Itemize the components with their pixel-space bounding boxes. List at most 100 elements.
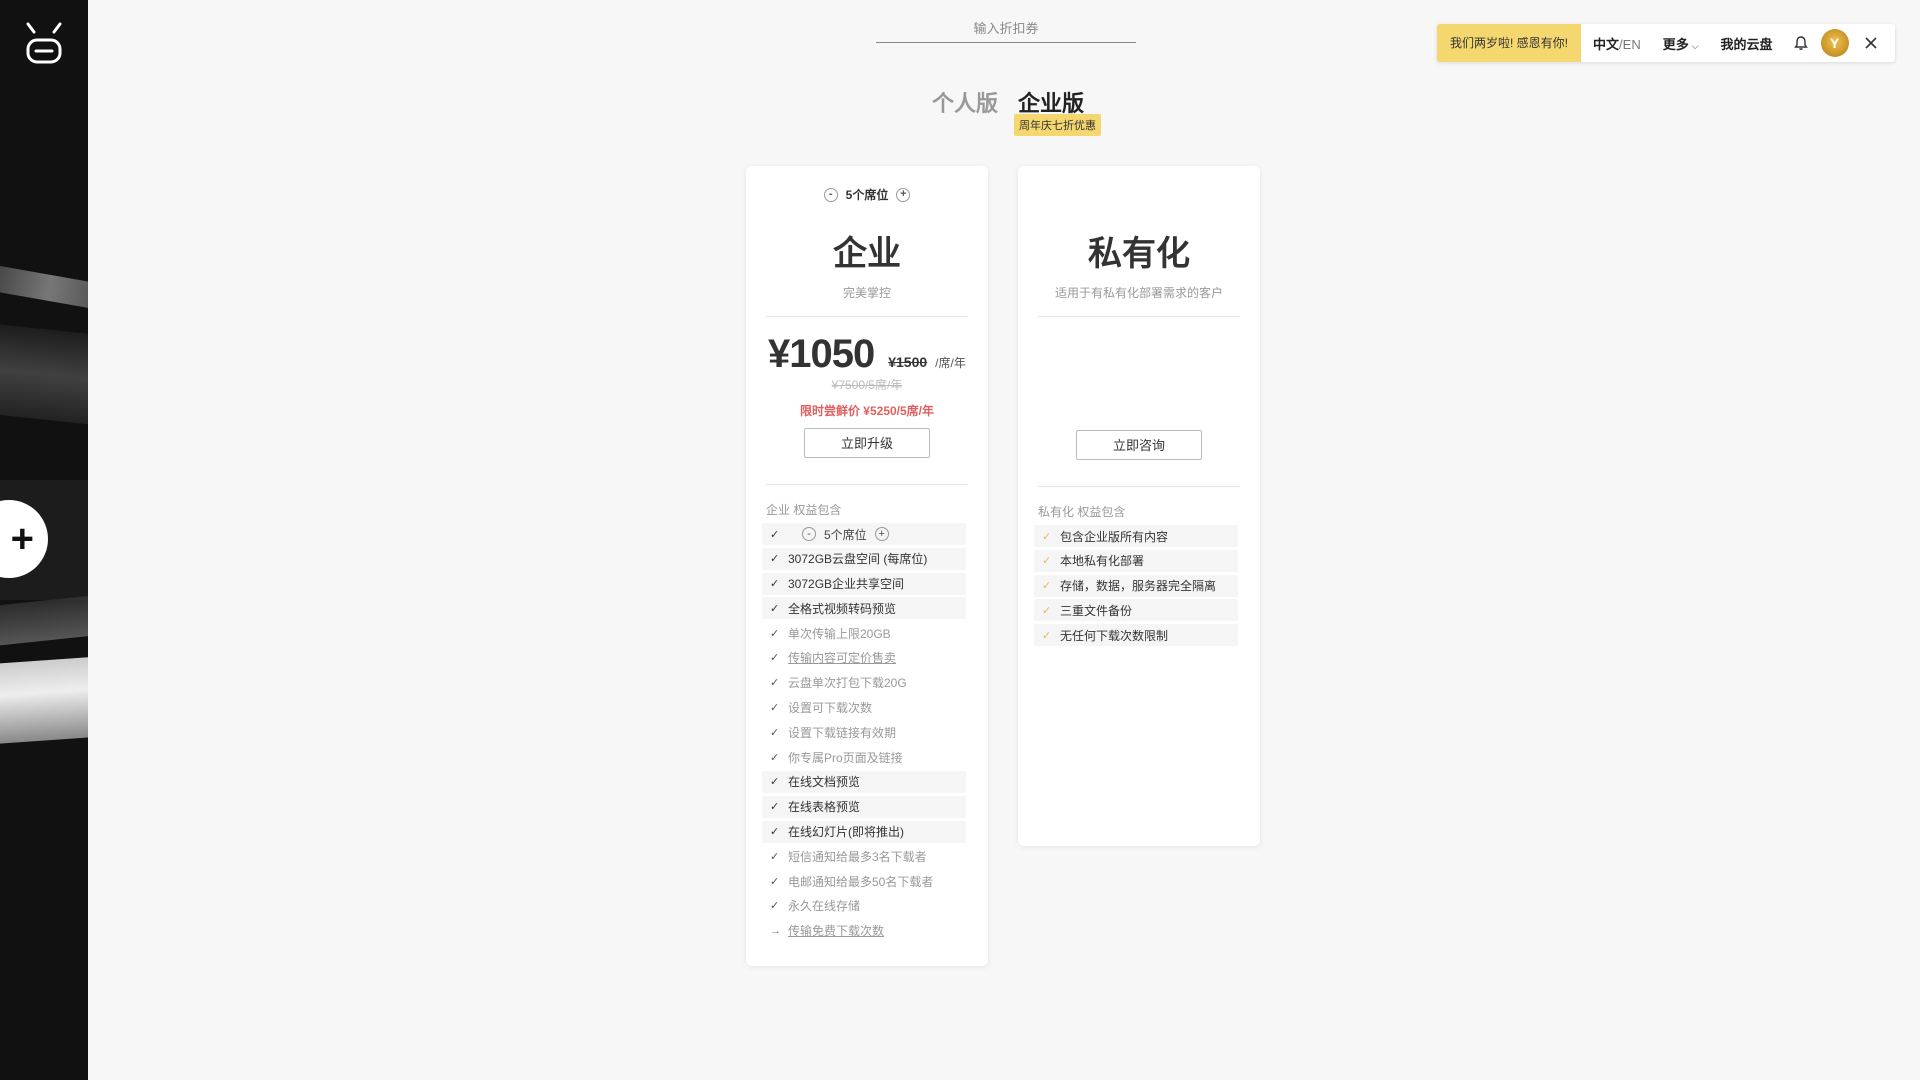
list-item: ✓ 云盘单次打包下载20G <box>762 672 966 694</box>
seat-plus-button[interactable]: + <box>896 187 911 202</box>
feature-label: 云盘单次打包下载20G <box>788 676 907 691</box>
arrow-right-icon: → <box>770 924 781 937</box>
divider <box>1038 316 1240 317</box>
upgrade-button[interactable]: 立即升级 <box>804 428 930 458</box>
price-unit: /席/年 <box>935 356 966 370</box>
feature-label: 全格式视频转码预览 <box>788 601 897 616</box>
feature-label: 3072GB云盘空间 (每席位) <box>788 552 928 567</box>
check-icon: ✓ <box>1042 604 1052 617</box>
seat-selector: - 5个席位 + <box>746 186 988 203</box>
divider <box>766 316 968 317</box>
seat-selector: - 5个席位 + <box>802 526 889 543</box>
check-icon: ✓ <box>770 652 780 665</box>
check-icon: ✓ <box>770 627 780 640</box>
avatar-glyph: Y <box>1829 35 1840 51</box>
list-item: ✓ 3072GB云盘空间 (每席位) <box>762 547 966 570</box>
feature-label: 电邮通知给最多50名下载者 <box>788 874 934 889</box>
more-label: 更多 <box>1662 36 1689 52</box>
background-image-streak <box>0 655 88 745</box>
feature-label: 在线表格预览 <box>788 800 861 815</box>
bell-icon[interactable] <box>1793 35 1809 51</box>
list-item[interactable]: → 传输免费下载次数 <box>762 920 966 942</box>
lang-zh[interactable]: 中文 <box>1593 37 1619 52</box>
list-item: ✓ 你专属Pro页面及链接 <box>762 746 966 768</box>
check-icon: ✓ <box>770 751 780 764</box>
list-item[interactable]: ✓ 传输内容可定价售卖 <box>762 647 966 669</box>
list-item: ✓ 在线文档预览 <box>762 770 966 793</box>
background-image-streak <box>0 593 88 647</box>
feature-label: 设置可下载次数 <box>788 701 873 716</box>
feature-label: 你专属Pro页面及链接 <box>788 750 903 765</box>
language-switch[interactable]: 中文/EN <box>1593 34 1641 53</box>
check-icon: ✓ <box>770 677 780 690</box>
list-item: ✓ 包含企业版所有内容 <box>1034 525 1238 547</box>
seat-count: 5个席位 <box>824 527 867 542</box>
list-item: ✓ 三重文件备份 <box>1034 599 1238 622</box>
list-item: ✓ 短信通知给最多3名下载者 <box>762 845 966 867</box>
check-icon: ✓ <box>770 528 780 541</box>
feature-label: 存储，数据，服务器完全隔离 <box>1060 579 1217 594</box>
list-item: ✓ 3072GB企业共享空间 <box>762 572 966 595</box>
price-current: ¥1050 <box>768 332 875 376</box>
avatar[interactable]: Y <box>1820 29 1849 57</box>
check-icon: ✓ <box>770 553 780 566</box>
check-icon: ✓ <box>770 875 780 888</box>
consult-button[interactable]: 立即咨询 <box>1076 430 1202 460</box>
lang-en[interactable]: /EN <box>1619 37 1641 52</box>
feature-label: 短信通知给最多3名下载者 <box>788 849 927 864</box>
check-icon: ✓ <box>1042 530 1052 543</box>
coupon-input[interactable] <box>876 14 1136 43</box>
check-icon: ✓ <box>770 826 780 839</box>
feature-list: ✓ 包含企业版所有内容 ✓ 本地私有化部署 ✓ 存储，数据，服务器完全隔离 ✓ 三重文件… <box>1034 525 1238 649</box>
seat-plus-button[interactable]: + <box>874 527 889 541</box>
anniversary-banner[interactable]: 我们两岁啦! 感恩有你! <box>1437 24 1582 62</box>
plan-title: 私有化 <box>1088 235 1190 273</box>
list-item: ✓ 全格式视频转码预览 <box>762 597 966 620</box>
check-icon: ✓ <box>770 850 780 863</box>
feature-label: 包含企业版所有内容 <box>1060 529 1169 544</box>
discount-badge: 周年庆七折优惠 <box>1014 114 1101 136</box>
feature-label: 设置下载链接有效期 <box>788 725 897 740</box>
check-icon: ✓ <box>770 726 780 739</box>
price-original: ¥1500 <box>888 354 928 370</box>
check-icon: ✓ <box>1042 580 1052 593</box>
my-cloud-link[interactable]: 我的云盘 <box>1721 34 1773 53</box>
feature-label: 三重文件备份 <box>1060 603 1133 618</box>
divider <box>766 484 968 485</box>
list-item: ✓ 设置可下载次数 <box>762 697 966 719</box>
feature-label: 3072GB企业共享空间 <box>788 577 905 592</box>
seat-count: 5个席位 <box>845 188 889 202</box>
list-item: ✓ 无任何下载次数限制 <box>1034 624 1238 647</box>
check-icon: ✓ <box>770 900 780 913</box>
logo-icon[interactable] <box>24 20 64 68</box>
feature-label: 永久在线存储 <box>788 899 861 914</box>
check-icon: ✓ <box>770 702 780 715</box>
list-item: ✓ 电邮通知给最多50名下载者 <box>762 870 966 892</box>
enterprise-plan-card: - 5个席位 + 企业 完美掌控 ¥1050 ¥1500 /席/年 ¥7500/… <box>746 166 988 966</box>
feature-link[interactable]: 传输内容可定价售卖 <box>788 649 896 666</box>
check-icon: ✓ <box>770 602 780 615</box>
seat-minus-button[interactable]: - <box>823 187 838 202</box>
background-image-streak <box>0 263 88 313</box>
background-image-streak <box>0 323 88 427</box>
check-icon: ✓ <box>770 776 780 789</box>
chevron-down-icon: ⌵ <box>1691 40 1699 51</box>
more-menu[interactable]: 更多 ⌵ <box>1663 34 1699 53</box>
check-icon: ✓ <box>770 578 780 591</box>
plan-title: 企业 <box>833 235 901 273</box>
list-item: ✓ 本地私有化部署 <box>1034 549 1238 572</box>
feature-label: 本地私有化部署 <box>1060 554 1145 569</box>
benefit-heading: 私有化 权益包含 <box>1038 505 1126 519</box>
top-nav-bar: 我们两岁啦! 感恩有你! 中文/EN 更多 ⌵ 我的云盘 Y <box>1437 24 1895 62</box>
price-total-original: ¥7500/5席/年 <box>831 378 903 392</box>
tab-personal[interactable]: 个人版 <box>932 86 998 118</box>
price-promo: 限时尝鲜价 ¥5250/5席/年 <box>799 404 935 418</box>
feature-label: 在线文档预览 <box>788 775 861 790</box>
divider <box>1038 486 1240 487</box>
close-icon[interactable] <box>1863 35 1879 51</box>
plus-icon: + <box>10 517 34 561</box>
feature-link[interactable]: 传输免费下载次数 <box>788 922 884 939</box>
price-row: ¥1050 ¥1500 /席/年 <box>768 332 966 377</box>
list-item: ✓ 单次传输上限20GB <box>762 622 966 644</box>
seat-minus-button[interactable]: - <box>802 527 816 541</box>
